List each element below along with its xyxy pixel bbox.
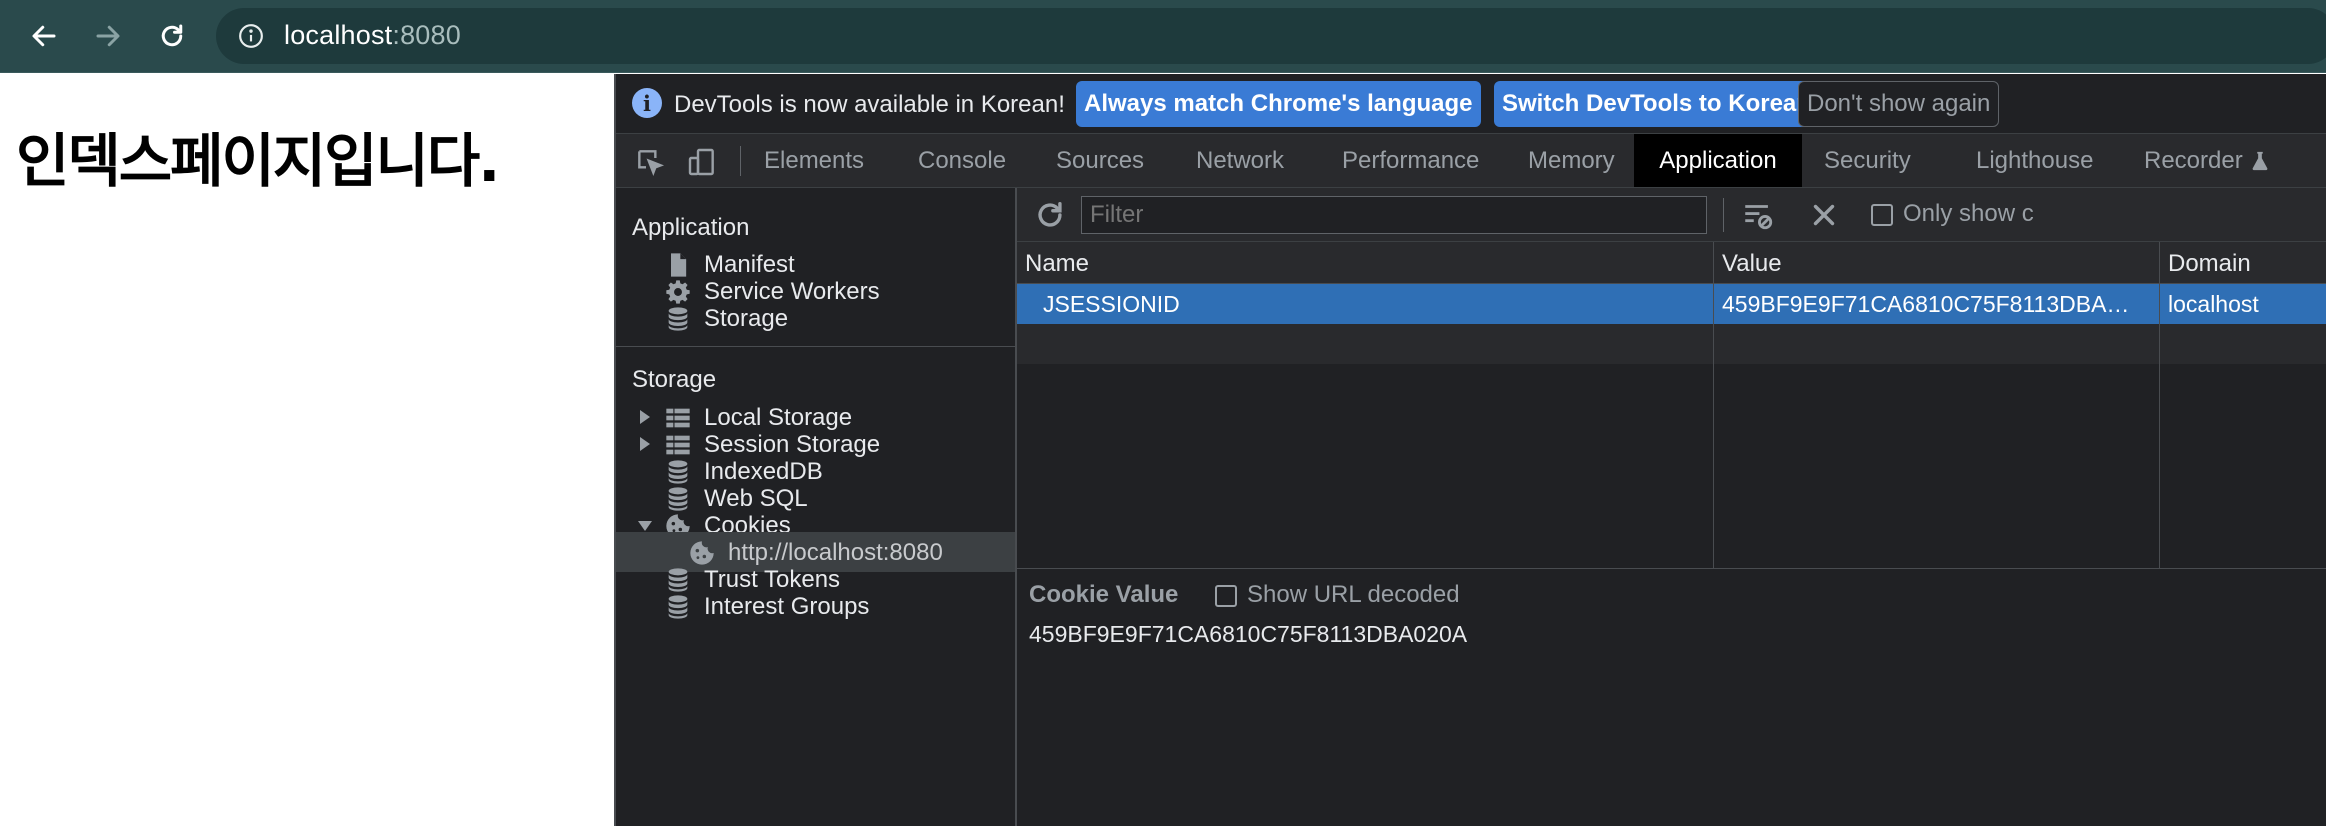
refresh-icon[interactable] [1033,198,1067,232]
tab-recorder-label: Recorder [2144,146,2243,174]
tab-application[interactable]: Application [1634,134,1802,187]
page-heading: 인덱스페이지입니다. [16,127,500,195]
devtools-tabbar: Elements Console Sources Network Perform… [616,134,2326,188]
forward-button[interactable] [88,16,128,56]
browser-toolbar: localhost:8080 [0,0,2326,73]
tab-separator [740,146,741,176]
inspect-element-icon[interactable] [634,146,666,178]
show-url-decoded-label: Show URL decoded [1247,581,1460,608]
arrow-left-icon [32,25,56,47]
cookies-panel: Only show c Name Value Domain JSESSIONID… [1017,188,2326,826]
database-icon [668,307,688,331]
reload-icon [161,24,183,47]
sidebar-header-storage: Storage [632,366,717,393]
dont-show-again-button[interactable]: Don't show again [1798,81,2000,127]
expand-arrow-icon[interactable] [640,437,650,451]
column-divider[interactable] [2159,242,2160,568]
sidebar-item-storage[interactable]: Storage [616,298,1015,338]
tab-recorder[interactable]: Recorder [2136,134,2279,187]
collapse-arrow-icon[interactable] [638,521,652,531]
cookie-value-pane: Cookie Value Show URL decoded 459BF9E9F7… [1017,569,2326,826]
database-icon [668,595,688,619]
filter-input[interactable] [1081,196,1707,234]
tab-lighthouse[interactable]: Lighthouse [1968,134,2101,187]
clear-filtered-cookies-icon[interactable] [1741,198,1775,232]
toolbar-separator [1723,198,1724,232]
table-row-empty[interactable] [1017,324,2326,364]
sidebar-item-label: Storage [704,305,789,332]
tab-sources[interactable]: Sources [1048,134,1152,187]
cell-domain: localhost [2168,291,2259,317]
show-url-decoded-checkbox[interactable] [1215,585,1237,607]
address-bar[interactable]: localhost:8080 [216,8,2326,64]
cookies-toolbar: Only show c [1017,188,2326,242]
infobar-message: DevTools is now available in Korean! [674,91,1065,118]
cookie-value-text[interactable]: 459BF9E9F71CA6810C75F8113DBA020A [1029,621,1467,648]
devtools-panel: i DevTools is now available in Korean! A… [614,74,2326,826]
column-header-domain[interactable]: Domain [2160,242,2326,284]
switch-korean-button[interactable]: Switch DevTools to Korean [1494,81,1819,127]
tab-memory[interactable]: Memory [1520,134,1623,187]
tab-console[interactable]: Console [910,134,1014,187]
table-row[interactable]: JSESSIONID 459BF9E9F71CA6810C75F8113DBA…… [1017,284,2326,324]
close-icon[interactable] [1807,198,1841,232]
web-page: 인덱스페이지입니다. [0,74,614,826]
arrow-right-icon [96,25,120,47]
cell-value: 459BF9E9F71CA6810C75F8113DBA… [1722,291,2130,317]
tab-performance[interactable]: Performance [1334,134,1487,187]
only-show-label: Only show c [1903,200,2034,227]
sidebar-item-interest-groups[interactable]: Interest Groups [616,586,1015,626]
info-icon: i [632,88,662,118]
tab-elements[interactable]: Elements [756,134,872,187]
column-divider[interactable] [1713,242,1714,568]
application-sidebar: Application Manifest Service Workers Sto… [616,188,1017,826]
sidebar-item-label: Interest Groups [704,593,870,620]
cookie-value-title: Cookie Value [1029,581,1179,608]
flask-icon [2252,151,2268,170]
language-infobar: i DevTools is now available in Korean! A… [616,74,2326,134]
tab-network[interactable]: Network [1188,134,1292,187]
reload-button[interactable] [152,16,192,56]
cookies-table: Name Value Domain JSESSIONID 459BF9E9F71… [1017,242,2326,569]
sidebar-divider [616,346,1015,347]
sidebar-header-application: Application [632,214,750,241]
column-header-value[interactable]: Value [1714,242,2159,284]
only-show-checkbox[interactable] [1871,204,1893,226]
expand-arrow-icon[interactable] [640,410,650,424]
column-header-name[interactable]: Name [1017,242,1713,284]
device-toolbar-icon[interactable] [686,146,718,178]
info-icon[interactable] [238,23,264,49]
url-text: localhost:8080 [284,20,461,50]
cell-name: JSESSIONID [1043,291,1180,317]
tab-security[interactable]: Security [1816,134,1919,187]
back-button[interactable] [24,16,64,56]
match-language-button[interactable]: Always match Chrome's language [1076,81,1481,127]
